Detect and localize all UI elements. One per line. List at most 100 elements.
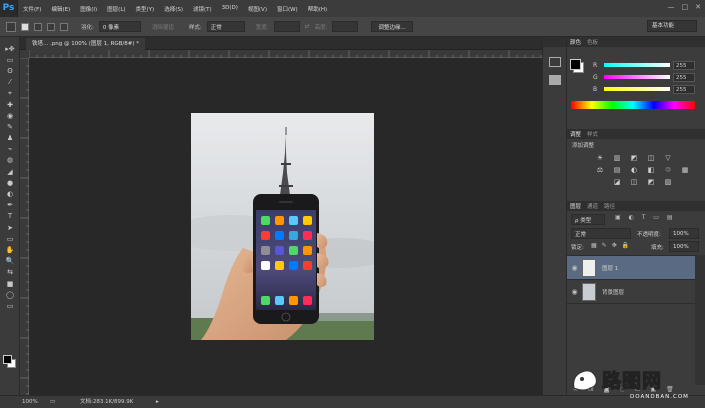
menu-item[interactable]: 编辑(E) (46, 5, 75, 13)
minimize-button[interactable]: — (668, 3, 675, 11)
adjustment-icon[interactable]: ◫ (629, 177, 639, 186)
adjustment-icon[interactable]: ◐ (629, 165, 639, 174)
adjustment-icon[interactable]: ▦ (680, 165, 690, 174)
marquee-preset-icon[interactable] (6, 21, 16, 32)
adjustment-icon[interactable]: ◫ (646, 153, 656, 162)
new-selection-icon[interactable] (21, 22, 29, 31)
style-select[interactable]: 正常 (206, 21, 245, 32)
add-selection-icon[interactable] (34, 22, 42, 31)
tool-icon[interactable]: ▭ (0, 233, 20, 244)
tab-styles[interactable]: 样式 (587, 130, 598, 138)
close-button[interactable]: ✕ (695, 3, 701, 11)
layer-row[interactable]: ◉ 图层 1 (567, 256, 695, 280)
adjustment-icon[interactable]: ▨ (663, 177, 673, 186)
tool-icon[interactable]: ■ (0, 278, 20, 289)
tool-icon[interactable]: ▸✥ (0, 43, 20, 54)
tool-icon[interactable]: ✚ (0, 99, 20, 110)
antialias-checkbox[interactable]: 消除锯齿 (152, 23, 174, 31)
width-input[interactable] (273, 21, 300, 32)
tool-icon[interactable]: ◢ (0, 166, 20, 177)
fill-input[interactable]: 100% (669, 241, 699, 252)
color-spectrum[interactable] (571, 101, 695, 109)
adjustment-icon[interactable]: ♲ (663, 165, 673, 174)
channel-slider[interactable] (604, 87, 670, 91)
tool-icon[interactable]: ✎ (0, 121, 20, 132)
tool-icon[interactable]: ⌖ (0, 88, 20, 99)
lock-icons[interactable]: ▦✎✥🔒 (591, 242, 634, 249)
adjustment-icon[interactable]: ▤ (612, 165, 622, 174)
tool-icon[interactable]: ◉ (0, 110, 20, 121)
visibility-eye-icon[interactable]: ◉ (567, 264, 582, 272)
adjustment-icon[interactable]: ▽ (663, 153, 673, 162)
menu-item[interactable]: 滤镜(T) (188, 5, 217, 13)
tool-icon[interactable]: T (0, 211, 20, 222)
menu-item[interactable]: 视图(V) (243, 5, 272, 13)
adjustment-icon[interactable] (680, 153, 690, 162)
channel-value[interactable]: 255 (673, 72, 695, 82)
tool-icon[interactable]: ♟ (0, 133, 20, 144)
tab-channels[interactable]: 通道 (587, 202, 598, 210)
history-icon[interactable] (549, 57, 561, 67)
tool-icon[interactable]: 🔍 (0, 256, 20, 267)
tab-adjustments[interactable]: 调整 (570, 130, 581, 138)
adjustment-icon[interactable]: ◪ (612, 177, 622, 186)
tool-icon[interactable]: ◯ (0, 289, 20, 300)
menu-item[interactable]: 窗口(W) (272, 5, 303, 13)
tool-icon[interactable]: ➤ (0, 222, 20, 233)
channel-slider[interactable] (604, 63, 670, 67)
tool-icon[interactable]: ✒ (0, 200, 20, 211)
menu-item[interactable]: 图像(I) (75, 5, 102, 13)
channel-value[interactable]: 255 (673, 84, 695, 94)
tab-layers[interactable]: 图层 (570, 202, 581, 210)
feather-input[interactable]: 0 像素 (98, 21, 141, 32)
tool-icon[interactable]: ◍ (0, 155, 20, 166)
tool-icon[interactable]: ʘ (0, 65, 20, 76)
layer-filter-select[interactable]: ρ 类型 (571, 214, 605, 225)
canvas-image[interactable] (191, 113, 374, 340)
swap-icon[interactable]: ⇄ (305, 23, 310, 30)
channel-slider[interactable] (604, 75, 670, 79)
menu-item[interactable]: 3D(D) (217, 5, 243, 13)
height-input[interactable] (332, 21, 359, 32)
adjustment-icon[interactable]: ◩ (629, 153, 639, 162)
layer-name[interactable]: 背景图层 (602, 288, 624, 296)
tool-icon[interactable]: ⁄ (0, 77, 20, 88)
refine-edge-button[interactable]: 调整边缘... (371, 21, 413, 32)
tab-swatches[interactable]: 色板 (587, 38, 598, 46)
visibility-eye-icon[interactable]: ◉ (567, 288, 582, 296)
layer-name[interactable]: 图层 1 (602, 264, 618, 272)
adjustment-icon[interactable]: ▥ (612, 153, 622, 162)
adjustment-icon[interactable]: ◩ (646, 177, 656, 186)
adjustment-icon[interactable]: ◧ (646, 165, 656, 174)
zoom-level[interactable]: 100% (22, 396, 38, 408)
document-tab[interactable]: 铁塔... .png @ 100% (图层 1, RGB/8#) * (26, 38, 146, 50)
channel-value[interactable]: 255 (673, 60, 695, 70)
tool-icon[interactable]: ⇆ (0, 267, 20, 278)
menu-item[interactable]: 图层(L) (102, 5, 130, 13)
opacity-input[interactable]: 100% (669, 228, 699, 239)
layer-row[interactable]: ◉ 背景图层 (567, 280, 695, 304)
adjustment-icon[interactable] (595, 177, 605, 186)
tab-paths[interactable]: 路径 (604, 202, 615, 210)
export-icon[interactable]: ▭ (50, 396, 55, 408)
adjustment-icon[interactable] (680, 177, 690, 186)
tool-icon[interactable]: ◐ (0, 188, 20, 199)
tool-icon[interactable]: ▭ (0, 54, 20, 65)
tool-foreground-swatch[interactable] (3, 355, 12, 364)
menu-item[interactable]: 选择(S) (159, 5, 188, 13)
subtract-selection-icon[interactable] (47, 22, 55, 31)
tool-icon[interactable]: ● (0, 177, 20, 188)
adjustment-icon[interactable]: ☀ (595, 153, 605, 162)
menu-item[interactable]: 帮助(H) (303, 5, 332, 13)
workspace-select[interactable]: 基本功能 (647, 20, 697, 32)
properties-icon[interactable] (549, 75, 561, 85)
tool-icon[interactable]: ✋ (0, 244, 20, 255)
layer-filter-icons[interactable]: ▣ ◐ T ▭ ▤ (615, 214, 676, 221)
tool-icon[interactable]: ▭ (0, 300, 20, 311)
tab-color[interactable]: 颜色 (570, 38, 581, 46)
tool-icon[interactable]: ⌁ (0, 144, 20, 155)
menu-item[interactable]: 类型(Y) (131, 5, 160, 13)
menu-item[interactable]: 文件(F) (18, 5, 46, 13)
status-menu-icon[interactable]: ▸ (156, 396, 159, 408)
adjustment-icon[interactable]: ⚖ (595, 165, 605, 174)
